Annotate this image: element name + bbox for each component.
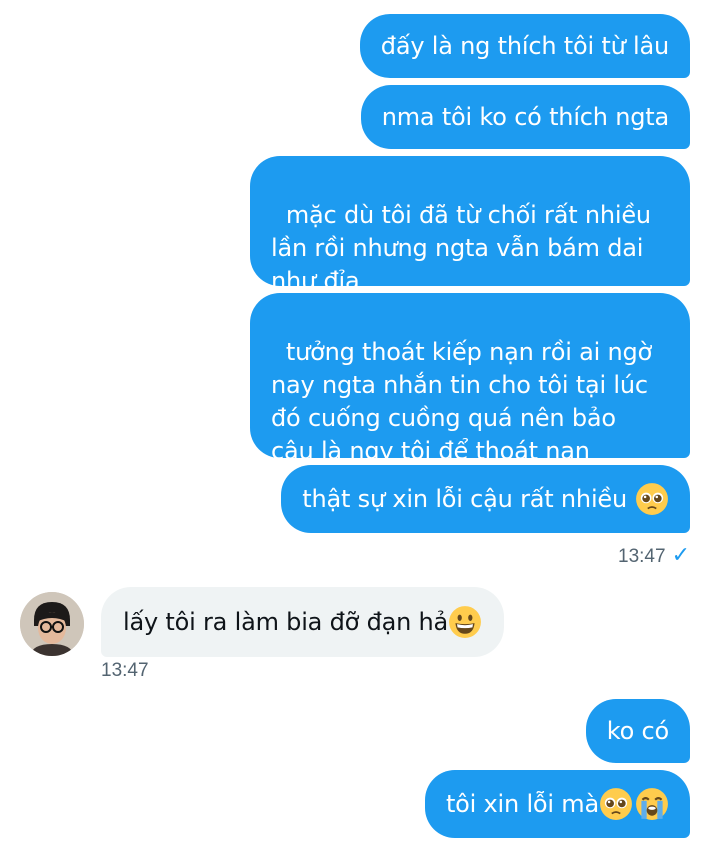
read-check-icon: ✓ <box>671 542 690 567</box>
grinning-face-emoji <box>449 606 482 638</box>
pleading-face-emoji <box>636 483 668 515</box>
timestamp-text: 13:47 <box>101 660 149 681</box>
message-bubble-outgoing[interactable]: ko có <box>585 699 690 763</box>
message-text: nma tôi ko có thích ngta <box>381 102 669 131</box>
message-text: tôi xin lỗi mà <box>445 789 599 818</box>
message-bubble-outgoing[interactable]: thật sự xin lỗi cậu rất nhiều <box>281 465 690 533</box>
message-text: mặc dù tôi đã từ chối rất nhiều lần rồi … <box>271 201 651 295</box>
message-text: lấy tôi ra làm bia đỡ đạn hả <box>123 607 449 636</box>
message-bubble-outgoing[interactable]: nma tôi ko có thích ngta <box>360 85 690 149</box>
message-timestamp: 13:47 <box>101 660 149 682</box>
message-text: tưởng thoát kiếp nạn rồi ai ngờ nay ngta… <box>271 338 653 465</box>
message-text: đấy là ng thích tôi từ lâu <box>380 31 669 60</box>
pleading-face-emoji <box>600 788 632 820</box>
message-text: thật sự xin lỗi cậu rất nhiều <box>302 484 627 513</box>
avatar-image <box>20 592 84 656</box>
timestamp-text: 13:47 <box>618 546 666 567</box>
message-timestamp: 13:47 ✓ <box>618 542 690 568</box>
message-bubble-outgoing[interactable]: tưởng thoát kiếp nạn rồi ai ngờ nay ngta… <box>250 293 690 465</box>
message-bubble-outgoing[interactable]: tôi xin lỗi mà <box>424 770 690 838</box>
message-bubble-outgoing[interactable]: đấy là ng thích tôi từ lâu <box>359 14 690 78</box>
message-bubble-incoming[interactable]: lấy tôi ra làm bia đỡ đạn hả <box>101 587 505 657</box>
message-text: ko có <box>606 716 669 745</box>
profile-avatar[interactable] <box>20 592 84 656</box>
crying-face-emoji <box>636 788 668 820</box>
message-bubble-outgoing[interactable]: mặc dù tôi đã từ chối rất nhiều lần rồi … <box>250 156 690 295</box>
